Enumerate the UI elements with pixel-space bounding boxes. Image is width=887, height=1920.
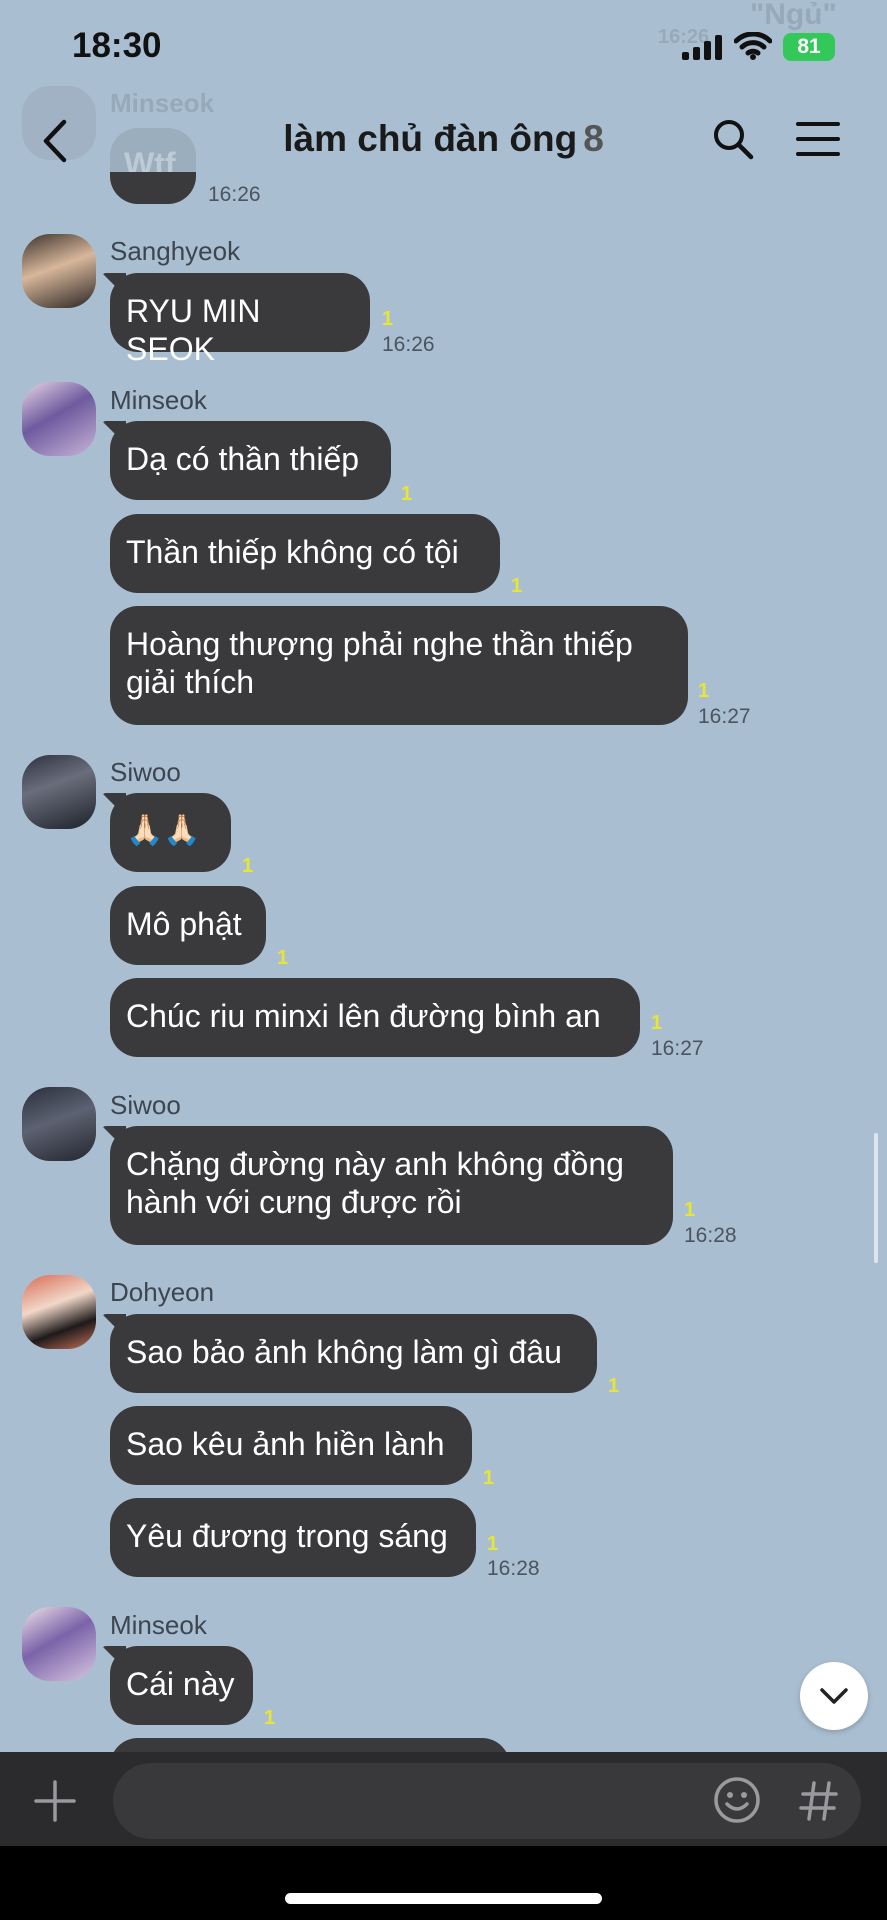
avatar[interactable] [22,1275,96,1349]
message-text: Yêu đương trong sáng [126,1518,448,1554]
message-bubble[interactable]: Yêu đương trong sáng [110,1498,476,1577]
unread-count: 1 [401,483,413,505]
avatar[interactable] [22,382,96,456]
message-text: RYU MIN SEOK [126,293,261,367]
plus-icon[interactable] [34,1780,76,1822]
message-text: Sao bảo ảnh không làm gì đâu [126,1334,562,1370]
message-text: Thần thiếp không có tội [126,534,459,570]
sender-name: Minseok [110,385,207,415]
message-text: Dạ có thần thiếp [126,441,360,477]
signal-icon [682,35,722,60]
avatar[interactable] [22,1087,96,1161]
ghost-time: 16:26 [208,183,261,206]
message-time: 16:27 [698,705,751,728]
unread-count: 1 [651,1012,663,1034]
message-text: Chúc riu minxi lên đường bình an [126,998,601,1034]
message-bubble[interactable]: RYU MIN SEOK [110,273,370,367]
sender-name: Sanghyeok [110,236,241,266]
avatar[interactable] [22,755,96,829]
menu-icon[interactable] [796,120,840,158]
message-bubble[interactable]: Thần thiếp không có tội [110,514,500,593]
message-bubble[interactable]: Mô phật [110,886,266,965]
wifi-icon [734,32,772,60]
ghost-bubble-bottom [110,172,196,204]
emoji-icon[interactable] [713,1776,761,1824]
unread-count: 1 [382,308,394,330]
message-bubble[interactable]: Cái này [110,1646,253,1725]
message-bubble[interactable]: Chúc riu minxi lên đường bình an [110,978,640,1057]
message-time: 16:28 [487,1557,540,1580]
message-text: Cái này [126,1666,235,1702]
sender-name: Siwoo [110,757,181,787]
avatar[interactable] [22,1607,96,1681]
unread-count: 1 [698,680,710,702]
sender-name: Siwoo [110,1090,181,1120]
message-time: 16:28 [684,1224,737,1247]
search-icon[interactable] [712,118,754,160]
chevron-down-icon [820,1688,848,1704]
unread-count: 1 [277,947,289,969]
sender-name: Minseok [110,1610,207,1640]
message-bubble[interactable]: Sao bảo ảnh không làm gì đâu [110,1314,597,1393]
home-indicator[interactable] [285,1893,602,1904]
message-time: 16:26 [382,333,435,356]
ghost-sender: Minseok [110,88,215,118]
message-bubble[interactable]: Dạ có thần thiếp [110,421,391,500]
home-area [0,1846,887,1920]
scrollbar[interactable] [874,1133,878,1263]
message-text: Mô phật [126,906,242,942]
sender-name: Dohyeon [110,1277,215,1307]
message-text: Sao kêu ảnh hiền lành [126,1426,445,1462]
unread-count: 1 [264,1707,276,1729]
avatar[interactable] [22,234,96,308]
message-bubble[interactable]: 🙏🏻🙏🏻 [110,793,231,872]
message-bubble[interactable]: Hoàng thượng phải nghe thần thiếp giải t… [110,606,688,725]
status-time: 18:30 [72,26,162,65]
prayer-emoji: 🙏🏻🙏🏻 [126,814,201,847]
scroll-down-button[interactable] [800,1662,868,1730]
battery-icon: 81 [783,33,835,61]
member-count: 8 [583,118,604,159]
message-text: Hoàng thượng phải nghe thần thiếp giải t… [126,626,633,700]
ghost-pinned-text: "Ngủ" [750,0,837,31]
message-text: Chặng đường này anh không đồng hành với … [126,1146,624,1220]
unread-count: 1 [483,1467,495,1489]
hashtag-icon[interactable] [799,1780,839,1822]
unread-count: 1 [608,1375,620,1397]
unread-count: 1 [511,575,523,597]
message-bubble[interactable]: Sao kêu ảnh hiền lành [110,1406,472,1485]
unread-count: 1 [684,1199,696,1221]
message-time: 16:27 [651,1037,704,1060]
unread-count: 1 [242,855,254,877]
unread-count: 1 [487,1533,499,1555]
chat-name: làm chủ đàn ông [283,118,578,159]
battery-level: 81 [797,35,821,58]
message-bubble[interactable]: Chặng đường này anh không đồng hành với … [110,1126,673,1245]
